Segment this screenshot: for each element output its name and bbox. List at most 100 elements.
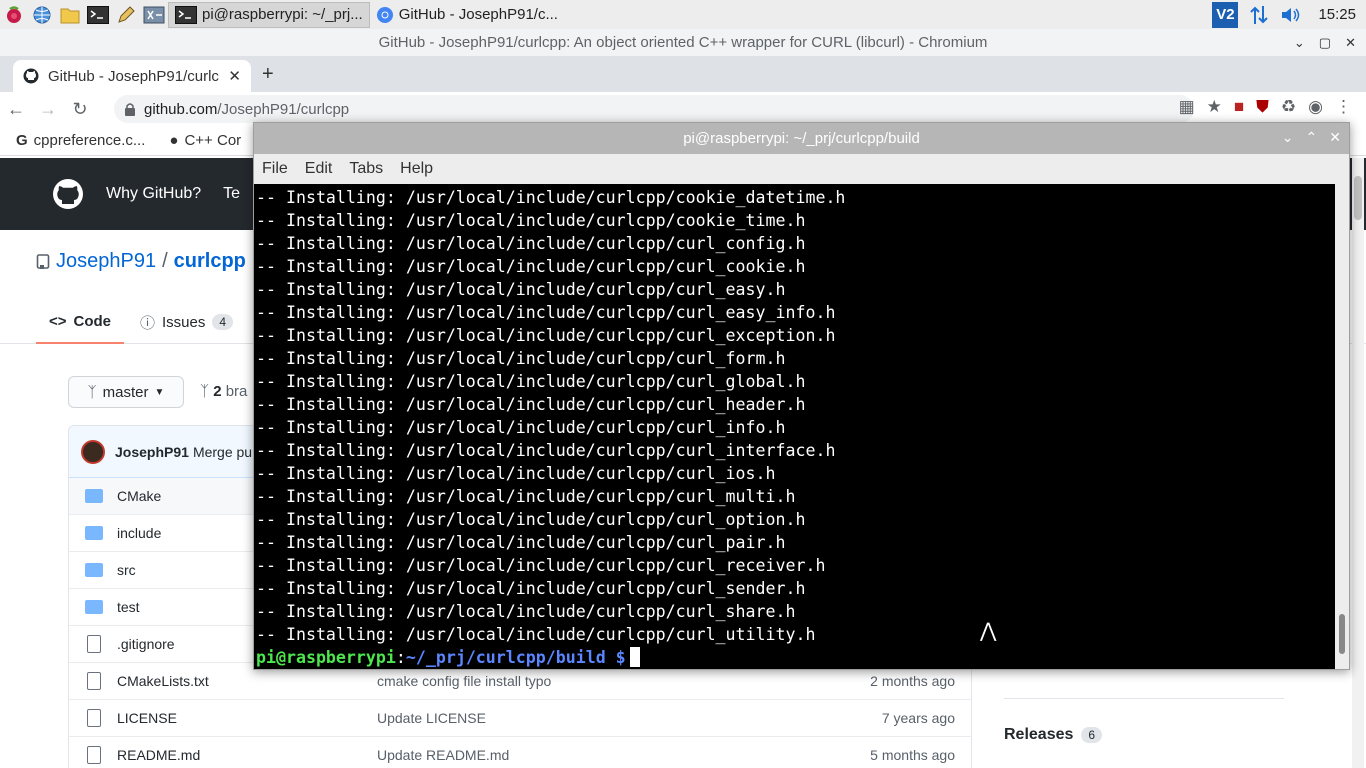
reload-icon[interactable]: ↻: [64, 99, 96, 120]
minimize-icon[interactable]: ⌄: [1294, 35, 1305, 51]
vnc-icon[interactable]: V2: [1212, 1, 1239, 28]
file-name[interactable]: include: [117, 525, 161, 541]
file-name[interactable]: test: [117, 599, 140, 615]
math-app-icon[interactable]: [140, 1, 168, 29]
maximize-icon[interactable]: ▢: [1319, 35, 1331, 51]
page-scrollbar[interactable]: [1352, 158, 1364, 768]
tab-code[interactable]: <> Code: [36, 300, 124, 344]
terminal-line: -- Installing: /usr/local/include/curlcp…: [256, 487, 796, 506]
forward-icon[interactable]: →: [32, 99, 64, 120]
address-bar[interactable]: github.com/JosephP91/curlcpp: [114, 95, 1194, 123]
globe-icon: ●: [169, 132, 179, 149]
menu-kebab-icon[interactable]: ⋮: [1335, 97, 1352, 117]
terminal-launcher-icon[interactable]: [84, 1, 112, 29]
browser-toolbar: ← → ↻ github.com/JosephP91/curlcpp ▦ ★ ■…: [0, 92, 1366, 126]
file-name[interactable]: README.md: [117, 747, 200, 763]
repo-slash: /: [162, 250, 168, 272]
commit-author[interactable]: JosephP91: [115, 444, 189, 460]
folder-icon: [85, 487, 103, 505]
branches-link[interactable]: ᛉ 2 bra: [200, 383, 247, 400]
file-name[interactable]: src: [117, 562, 136, 578]
nav-why-github[interactable]: Why GitHub?: [106, 185, 201, 203]
volume-icon[interactable]: [1280, 5, 1302, 25]
menu-tabs[interactable]: Tabs: [349, 160, 383, 178]
file-name[interactable]: CMakeLists.txt: [117, 673, 209, 689]
bookmark-cppreference[interactable]: G cppreference.c...: [16, 132, 145, 149]
menu-file[interactable]: File: [262, 160, 288, 178]
chromium-title-bar: GitHub - JosephP91/curlcpp: An object or…: [0, 29, 1366, 56]
folder-icon[interactable]: [56, 1, 84, 29]
tab-issues-label: Issues: [162, 313, 206, 331]
file-name[interactable]: .gitignore: [117, 636, 175, 652]
maximize-icon[interactable]: ⌃: [1306, 129, 1318, 146]
clock[interactable]: 15:25: [1318, 6, 1356, 23]
close-icon[interactable]: ✕: [1345, 35, 1356, 51]
terminal-icon: [175, 5, 197, 24]
commit-message[interactable]: cmake config file install typo: [377, 673, 551, 689]
bookmark-star-icon[interactable]: ★: [1207, 97, 1222, 117]
bookmark-cpp-core[interactable]: ● C++ Cor: [169, 132, 241, 149]
commit-message[interactable]: Update README.md: [377, 747, 509, 763]
qr-code-icon[interactable]: ▦: [1179, 97, 1195, 117]
nav-team[interactable]: Te: [223, 185, 240, 203]
commit-message[interactable]: Merge pu: [193, 444, 252, 460]
prompt-separator: :: [395, 648, 406, 667]
commit-age: 7 years ago: [881, 710, 955, 726]
minimize-icon[interactable]: ⌄: [1282, 129, 1294, 146]
url-host: github.com: [144, 100, 218, 118]
text-editor-icon[interactable]: [112, 1, 140, 29]
network-icon[interactable]: [1248, 4, 1270, 26]
tab-issues[interactable]: ⓘ Issues 4: [140, 300, 234, 344]
branch-name: master: [102, 383, 149, 401]
terminal-line: -- Installing: /usr/local/include/curlcp…: [256, 280, 786, 299]
repo-icon: [36, 253, 50, 269]
browser-tab[interactable]: GitHub - JosephP91/curlcpp ✕: [13, 60, 251, 92]
terminal-line: -- Installing: /usr/local/include/curlcp…: [256, 188, 846, 207]
terminal-output[interactable]: -- Installing: /usr/local/include/curlcp…: [254, 184, 1349, 669]
file-icon: [85, 672, 103, 690]
terminal-line: -- Installing: /usr/local/include/curlcp…: [256, 303, 836, 322]
github-logo-icon[interactable]: [52, 178, 84, 210]
taskbar-task-terminal[interactable]: pi@raspberrypi: ~/_prj...: [168, 1, 370, 28]
terminal-window-controls: ⌄ ⌃ ✕: [1282, 129, 1341, 146]
file-name[interactable]: CMake: [117, 488, 161, 504]
terminal-prompt[interactable]: pi@raspberrypi:~/_prj/curlcpp/build $: [256, 646, 1349, 669]
commit-age: 5 months ago: [870, 747, 955, 763]
terminal-line: -- Installing: /usr/local/include/curlcp…: [256, 533, 786, 552]
releases-label: Releases: [1004, 726, 1074, 743]
table-row[interactable]: README.md Update README.md 5 months ago: [69, 737, 971, 768]
extensions-puzzle-icon[interactable]: ♻: [1281, 97, 1296, 117]
terminal-title-bar[interactable]: pi@raspberrypi: ~/_prj/curlcpp/build ⌄ ⌃…: [254, 123, 1349, 154]
terminal-line: -- Installing: /usr/local/include/curlcp…: [256, 602, 796, 621]
tab-close-icon[interactable]: ✕: [228, 67, 241, 85]
terminal-line: -- Installing: /usr/local/include/curlcp…: [256, 372, 806, 391]
close-icon[interactable]: ✕: [1329, 129, 1341, 146]
menu-help[interactable]: Help: [400, 160, 433, 178]
commit-message[interactable]: Update LICENSE: [377, 710, 486, 726]
back-icon[interactable]: ←: [0, 99, 32, 120]
repo-owner-link[interactable]: JosephP91: [56, 250, 156, 273]
raspberry-menu-icon[interactable]: [0, 1, 28, 29]
releases-heading[interactable]: Releases 6: [1004, 726, 1103, 744]
branch-selector[interactable]: ᛉ master ▼: [68, 376, 184, 408]
file-icon: [85, 709, 103, 727]
repo-name-link[interactable]: curlcpp: [174, 250, 246, 273]
terminal-line: -- Installing: /usr/local/include/curlcp…: [256, 257, 806, 276]
caret-down-icon: ▼: [154, 386, 165, 398]
ibeam-cursor-icon: ⋀: [980, 618, 997, 642]
ublock-icon[interactable]: ⛊: [1256, 97, 1269, 117]
new-tab-icon[interactable]: +: [262, 63, 274, 86]
avatar[interactable]: [81, 439, 105, 464]
taskbar-task-chromium[interactable]: GitHub - JosephP91/c...: [370, 2, 564, 28]
profile-icon[interactable]: ◉: [1308, 97, 1323, 117]
extension-red-icon[interactable]: ■: [1234, 97, 1244, 117]
file-icon: [85, 746, 103, 764]
globe-icon[interactable]: [28, 1, 56, 29]
file-name[interactable]: LICENSE: [117, 710, 177, 726]
menu-edit[interactable]: Edit: [305, 160, 333, 178]
table-row[interactable]: LICENSE Update LICENSE 7 years ago: [69, 700, 971, 737]
terminal-scrollbar[interactable]: [1335, 184, 1349, 669]
taskbar: pi@raspberrypi: ~/_prj... GitHub - Josep…: [0, 0, 1366, 29]
lock-icon: [125, 103, 135, 116]
sidebar-divider: [1004, 698, 1284, 699]
